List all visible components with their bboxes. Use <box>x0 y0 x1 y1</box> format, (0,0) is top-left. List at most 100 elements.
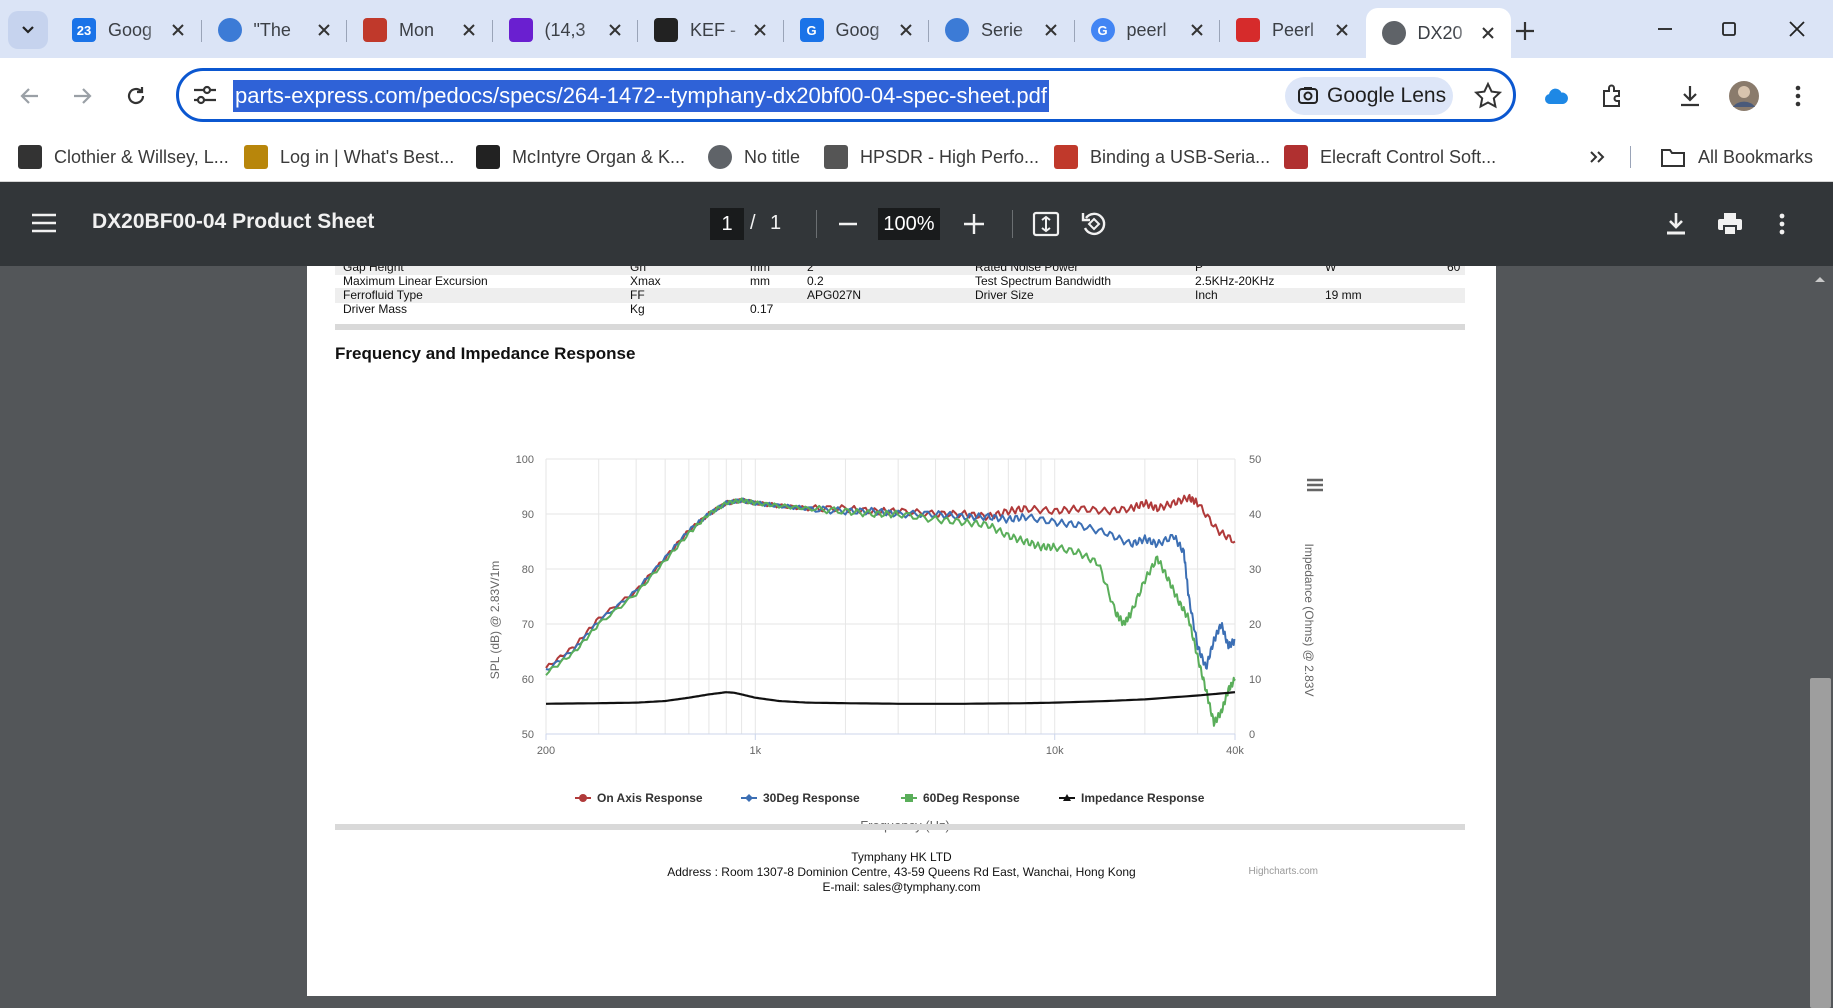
all-bookmarks-button[interactable]: All Bookmarks <box>1660 144 1813 170</box>
tab-close-button[interactable] <box>604 19 626 41</box>
fit-to-page-button[interactable] <box>1028 206 1064 242</box>
legend-item[interactable]: On Axis Response <box>575 791 703 805</box>
bookmark-star-icon[interactable] <box>1473 81 1503 111</box>
minimize-button[interactable] <box>1634 0 1696 58</box>
bookmark-item[interactable]: HPSDR - High Perfo... <box>824 144 1039 170</box>
series-line-4 <box>545 691 1236 705</box>
more-bookmarks-button[interactable] <box>1588 144 1606 170</box>
tab-1[interactable]: 23 Goog <box>56 8 201 52</box>
tab-title: (14,3 <box>544 19 586 40</box>
tab-close-button[interactable] <box>1040 19 1062 41</box>
elecraft-icon <box>1284 145 1308 169</box>
download-icon <box>1667 213 1685 235</box>
downloads-button[interactable] <box>1670 76 1710 116</box>
bookmark-item[interactable]: Binding a USB-Seria... <box>1054 144 1270 170</box>
tab-close-button[interactable] <box>313 19 335 41</box>
tab-9[interactable]: Peerl <box>1220 8 1365 52</box>
close-icon <box>1045 24 1057 36</box>
x-tick-label: 1k <box>749 745 761 757</box>
pdf-more-button[interactable] <box>1764 206 1800 242</box>
forward-button[interactable] <box>62 76 102 116</box>
bookmark-label: Binding a USB-Seria... <box>1090 146 1271 167</box>
y-axis-ticks: 50 60 70 80 90 100 <box>516 454 534 741</box>
tab-close-button[interactable] <box>749 19 771 41</box>
legend-item[interactable]: 60Deg Response <box>901 791 1020 805</box>
tune-icon[interactable] <box>191 83 219 107</box>
wbf-icon <box>244 145 268 169</box>
rotate-button[interactable] <box>1076 206 1112 242</box>
pdf-title: DX20BF00-04 Product Sheet <box>92 210 375 233</box>
tab-7[interactable]: Serie <box>929 8 1074 52</box>
plus-icon <box>1516 22 1534 40</box>
scrollbar-thumb[interactable] <box>1810 678 1831 1008</box>
tab-5[interactable]: KEF - <box>638 8 783 52</box>
zoom-level-input[interactable]: 100% <box>878 208 940 240</box>
signal-icon <box>363 18 387 42</box>
bookmark-item[interactable]: Log in | What's Best... <box>244 144 454 170</box>
page-number-input[interactable]: 1 <box>710 208 744 240</box>
legend-label: On Axis Response <box>597 791 703 805</box>
close-icon <box>608 24 621 36</box>
onedrive-extension[interactable] <box>1536 76 1576 116</box>
address-bar[interactable]: parts-express.com/pedocs/specs/264-1472-… <box>176 68 1516 122</box>
tab-3[interactable]: Mon <box>347 8 492 52</box>
reload-icon <box>127 87 145 105</box>
legend-marker <box>905 794 913 802</box>
extensions-button[interactable] <box>1592 76 1632 116</box>
hpsdr-icon <box>824 145 848 169</box>
spec-row: Maximum Linear Excursion Xmax mm 0.2 Test Sp… <box>335 274 1465 289</box>
reload-button[interactable] <box>116 76 156 116</box>
chart-context-menu-button[interactable] <box>1307 478 1323 492</box>
pdf-download-button[interactable] <box>1658 206 1694 242</box>
legend-item[interactable]: Impedance Response <box>1059 791 1205 805</box>
menu-icon[interactable] <box>30 209 58 237</box>
maximize-button[interactable] <box>1698 0 1760 58</box>
legend-item[interactable]: 30Deg Response <box>741 791 860 805</box>
x-tick-label: 200 <box>537 745 555 757</box>
double-chevron-right-icon <box>1590 151 1605 163</box>
tab-search-button[interactable] <box>8 11 48 49</box>
bookmark-item[interactable]: Clothier & Willsey, L... <box>18 144 229 170</box>
bookmark-item[interactable]: No title <box>708 144 800 170</box>
pdf-page: Gap Height Gh mm 2 Rated Noise Power P W 60 Maxi… <box>307 266 1496 996</box>
y2-axis-label: Impedance (Ohms) @ 2.83V <box>1302 544 1316 697</box>
all-bookmarks-label: All Bookmarks <box>1698 146 1814 167</box>
page-separator: / <box>750 212 756 234</box>
zoom-in-button[interactable] <box>956 206 992 242</box>
tab-close-button[interactable] <box>895 19 917 41</box>
spec-cell-symbol: Gh <box>630 266 647 274</box>
y2-tick-label: 0 <box>1249 729 1255 741</box>
tab-close-button[interactable] <box>1477 22 1499 44</box>
google-lens-button[interactable]: Google Lens <box>1285 77 1453 115</box>
pdf-viewport[interactable]: Gap Height Gh mm 2 Rated Noise Power P W 60 Maxi… <box>0 266 1833 1008</box>
back-button[interactable] <box>10 76 50 116</box>
tab-8[interactable]: Gpeerl <box>1075 8 1220 52</box>
tab-close-button[interactable] <box>1331 19 1353 41</box>
tab-4[interactable]: (14,3 <box>493 8 638 52</box>
y2-tick-label: 30 <box>1249 564 1261 576</box>
tab-6[interactable]: G Goog <box>784 8 929 52</box>
y-tick-label: 70 <box>522 619 534 631</box>
footer-email: E-mail: sales@tymphany.com <box>822 880 981 894</box>
maximize-icon <box>1722 22 1736 36</box>
browser-menu-button[interactable] <box>1778 76 1818 116</box>
new-tab-button[interactable] <box>1508 14 1542 48</box>
spec-row: Driver Mass Kg 0.17 <box>335 302 1465 317</box>
close-icon <box>1336 24 1348 36</box>
spec-cell-name2: Driver Size <box>975 288 1034 302</box>
scroll-up-arrow-icon[interactable] <box>1812 272 1828 286</box>
tab-close-button[interactable] <box>458 19 480 41</box>
tab-10[interactable]: DX20 <box>1365 8 1511 58</box>
zoom-out-button[interactable] <box>830 206 866 242</box>
url-text[interactable]: parts-express.com/pedocs/specs/264-1472-… <box>233 80 1049 112</box>
bookmark-item[interactable]: Elecraft Control Soft... <box>1284 144 1496 170</box>
wave-icon <box>217 18 242 42</box>
tab-close-button[interactable] <box>1186 19 1208 41</box>
close-window-button[interactable] <box>1766 0 1828 58</box>
wave-icon <box>945 18 969 42</box>
print-button[interactable] <box>1712 206 1748 242</box>
tab-close-button[interactable] <box>167 19 189 41</box>
tab-2[interactable]: "The <box>202 8 347 52</box>
bookmark-item[interactable]: McIntyre Organ & K... <box>476 144 685 170</box>
profile-avatar[interactable] <box>1724 76 1764 116</box>
